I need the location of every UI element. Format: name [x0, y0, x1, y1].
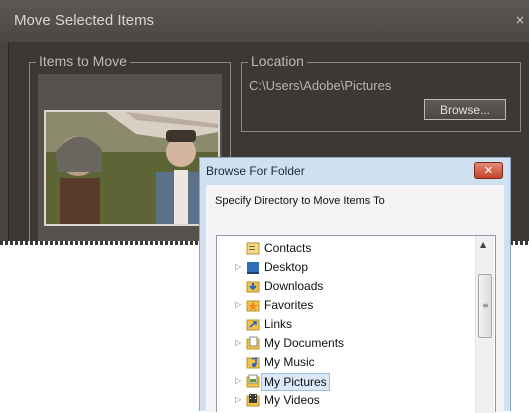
dialog-title: Move Selected Items	[14, 12, 155, 29]
close-icon[interactable]: ×	[515, 13, 525, 27]
tree-item-label: Downloads	[264, 279, 324, 293]
folder-tree[interactable]: Contacts ▷ Desktop Downloads ▷ Favorites…	[216, 235, 496, 413]
expand-arrow-icon[interactable]: ▷	[235, 338, 241, 347]
tree-item-label: My Videos	[264, 393, 320, 407]
scroll-up-arrow-icon[interactable]: ▲	[480, 240, 486, 249]
tree-item-downloads[interactable]: Downloads	[217, 277, 475, 296]
photo-image	[46, 112, 218, 224]
tree-item-label: Contacts	[264, 241, 312, 255]
expand-arrow-icon[interactable]: ▷	[235, 376, 241, 385]
downloads-folder-icon	[246, 281, 260, 293]
music-folder-icon	[246, 357, 260, 369]
location-group: Location	[241, 53, 521, 132]
tree-scrollbar[interactable]: ▲ ≡	[475, 236, 494, 413]
browse-for-folder-dialog: Browse For Folder ✕ Specify Directory to…	[199, 157, 511, 413]
tree-item-label: Desktop	[264, 260, 309, 274]
browse-dialog-body: Specify Directory to Move Items To Conta…	[206, 185, 504, 413]
scroll-thumb[interactable]: ≡	[478, 274, 492, 338]
links-folder-icon	[246, 319, 260, 331]
tree-item-label: Links	[264, 317, 293, 331]
items-to-move-label: Items to Move	[36, 53, 130, 69]
tree-item-contacts[interactable]: Contacts	[217, 239, 475, 258]
browse-dialog-title: Browse For Folder	[206, 164, 305, 178]
tree-item-favorites[interactable]: ▷ Favorites	[217, 296, 475, 315]
tree-item-links[interactable]: Links	[217, 315, 475, 334]
close-icon[interactable]: ✕	[474, 162, 503, 179]
expand-arrow-icon[interactable]: ▷	[235, 300, 241, 309]
location-path: C:\Users\Adobe\Pictures	[249, 78, 392, 93]
tree-item-my-music[interactable]: My Music	[217, 353, 475, 372]
tree-item-label: My Pictures	[261, 373, 330, 391]
expand-arrow-icon[interactable]: ▷	[235, 262, 241, 271]
tree-item-label: Favorites	[264, 298, 314, 312]
contacts-folder-icon	[246, 242, 260, 255]
desktop-folder-icon	[247, 262, 259, 274]
grip-icon: ≡	[482, 301, 489, 310]
tree-item-desktop[interactable]: ▷ Desktop	[217, 258, 475, 277]
tree-item-label: My Music	[264, 355, 315, 369]
videos-folder-icon	[246, 394, 260, 407]
tree-item-my-pictures[interactable]: ▷ My Pictures	[217, 372, 475, 391]
tree-item-my-videos[interactable]: ▷ My Videos	[217, 391, 475, 410]
browse-instruction: Specify Directory to Move Items To	[215, 195, 385, 207]
tree-item-my-documents[interactable]: ▷ My Documents	[217, 334, 475, 353]
pictures-folder-icon	[246, 374, 260, 388]
documents-folder-icon	[246, 336, 260, 350]
torn-edge	[0, 241, 200, 245]
browse-button[interactable]: Browse...	[424, 99, 506, 120]
tree-item-label: My Documents	[264, 336, 345, 350]
dialog-title-bar: Move Selected Items ×	[0, 0, 529, 42]
location-label: Location	[248, 53, 307, 69]
photo-thumbnail[interactable]	[44, 110, 220, 226]
favorites-folder-icon	[246, 300, 260, 312]
expand-arrow-icon[interactable]: ▷	[235, 395, 241, 404]
